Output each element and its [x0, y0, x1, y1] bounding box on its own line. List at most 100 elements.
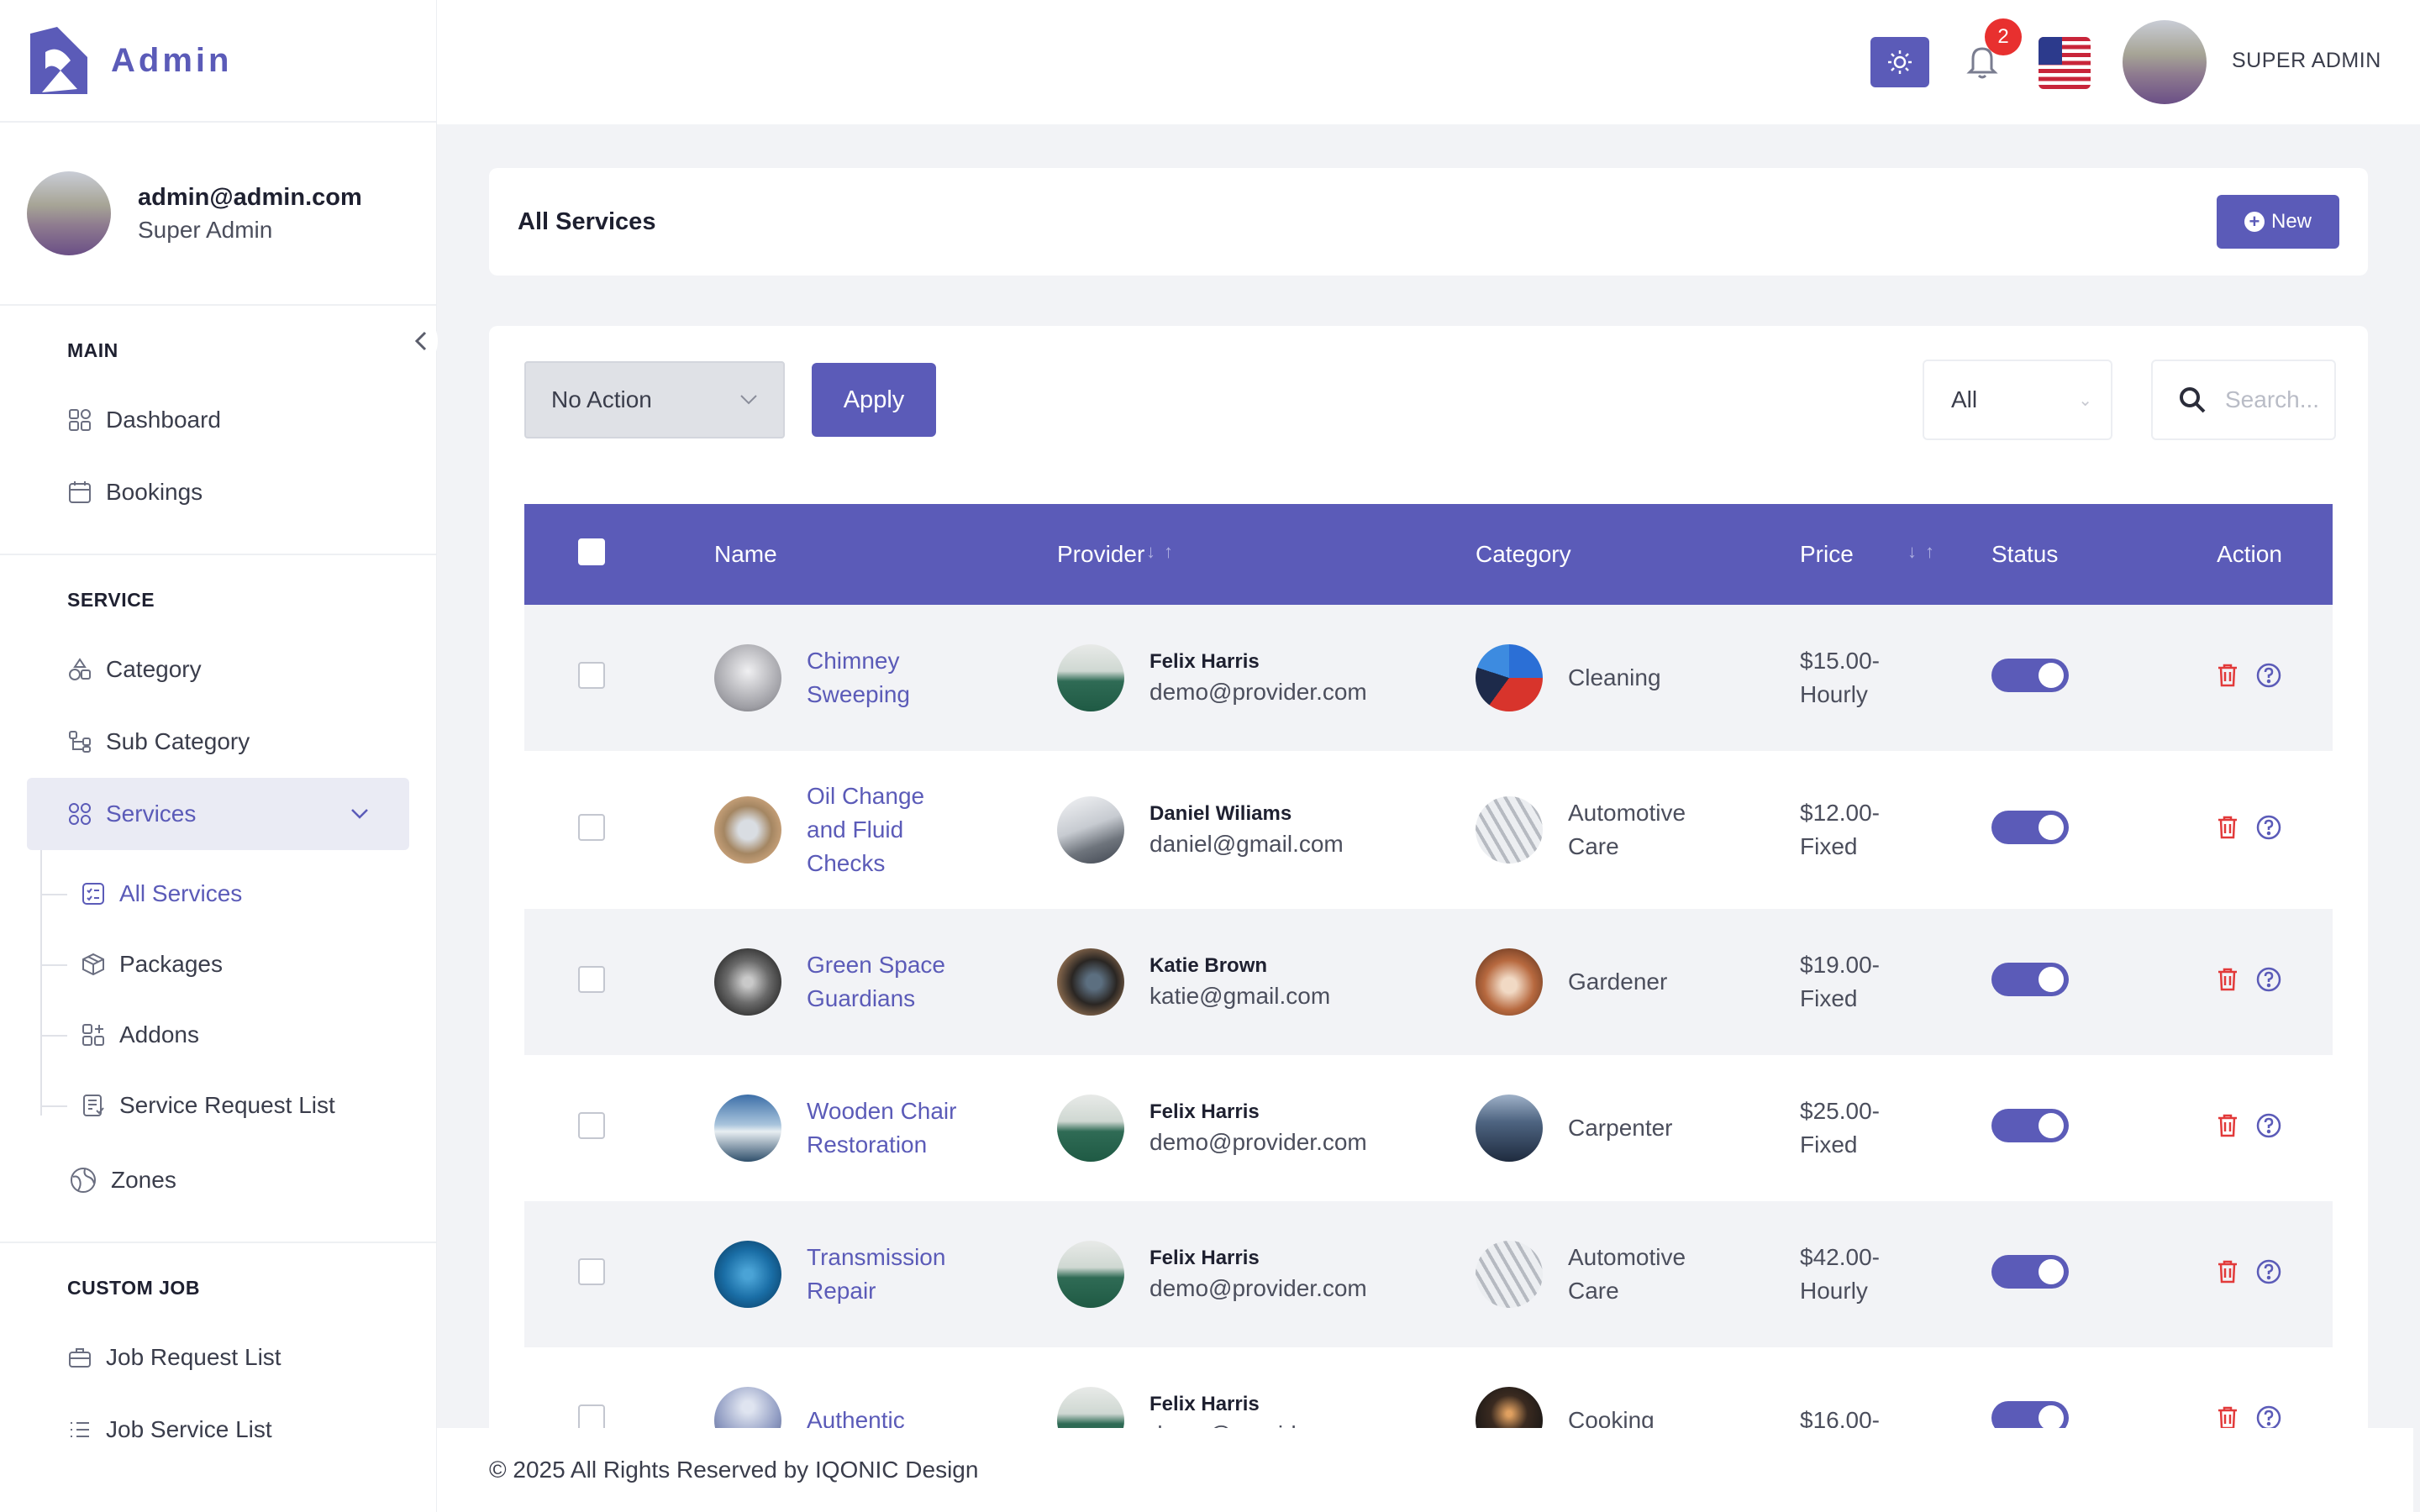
sidebar-item-label: Job Request List — [106, 1344, 281, 1370]
sidebar-item-job-service-list[interactable]: Job Service List — [0, 1394, 436, 1466]
category-thumbnail — [1476, 1241, 1543, 1308]
sidebar-item-services[interactable]: Services — [27, 778, 409, 850]
column-header-provider[interactable]: Provider ↓↑ — [1057, 504, 1934, 605]
nav-section-custom-job: CUSTOM JOB Job Request List Job Service … — [0, 1243, 436, 1491]
help-icon[interactable] — [2255, 966, 2282, 993]
profile-role: Super Admin — [138, 216, 273, 243]
apply-button[interactable]: Apply — [812, 363, 936, 437]
trash-icon[interactable] — [2217, 1405, 2238, 1431]
category-thumbnail — [1476, 796, 1543, 864]
category-name: Automotive Care — [1568, 800, 1686, 859]
user-avatar[interactable] — [2123, 20, 2207, 104]
column-header-action: Action — [2217, 541, 2282, 567]
status-toggle[interactable] — [1991, 658, 2069, 692]
bulk-action-select[interactable]: No Action — [524, 361, 785, 438]
service-name-link[interactable]: Green Space Guardians — [807, 948, 966, 1016]
addons-icon — [81, 1022, 106, 1047]
chevron-down-icon — [350, 802, 369, 826]
sidebar-item-label: Services — [106, 801, 197, 827]
select-all-checkbox[interactable] — [578, 538, 605, 565]
status-toggle[interactable] — [1991, 1254, 2069, 1289]
trash-icon[interactable] — [2217, 967, 2238, 992]
trash-icon[interactable] — [2217, 663, 2238, 688]
sidebar-item-label: Job Service List — [106, 1416, 272, 1442]
help-icon[interactable] — [2255, 814, 2282, 841]
row-checkbox[interactable] — [578, 1111, 605, 1139]
sidebar-item-all-services[interactable]: All Services — [0, 858, 436, 929]
search-field[interactable]: Search... — [2151, 360, 2336, 440]
category-thumbnail — [1476, 948, 1543, 1016]
column-header-name[interactable]: Name ↓↑ — [714, 504, 1173, 605]
service-thumbnail — [714, 1241, 781, 1308]
sidebar-item-label: Addons — [119, 1021, 199, 1047]
category-name: Gardener — [1568, 969, 1668, 995]
service-name-link[interactable]: Transmission Repair — [807, 1241, 966, 1308]
user-role-label[interactable]: SUPER ADMIN — [2232, 49, 2381, 73]
search-icon — [2180, 387, 2206, 413]
plus-circle-icon: + — [2244, 212, 2265, 232]
trash-icon[interactable] — [2217, 1113, 2238, 1138]
us-flag-icon — [2039, 37, 2091, 89]
status-toggle[interactable] — [1991, 1108, 2069, 1142]
help-icon[interactable] — [2255, 1112, 2282, 1139]
list-check-icon — [81, 881, 106, 906]
status-toggle[interactable] — [1991, 810, 2069, 844]
service-thumbnail — [714, 948, 781, 1016]
language-flag-us[interactable] — [2039, 37, 2091, 89]
sidebar-item-zones[interactable]: Zones — [0, 1144, 436, 1216]
row-checkbox[interactable] — [578, 965, 605, 993]
sidebar-item-packages[interactable]: Packages — [0, 929, 436, 1000]
document-icon — [81, 1093, 106, 1118]
column-header-price[interactable]: Price↓↑ — [1800, 504, 1991, 605]
brand-logo[interactable]: Admin — [0, 0, 436, 123]
status-toggle[interactable] — [1991, 962, 2069, 996]
provider-name: Felix Harris — [1150, 1100, 1260, 1123]
service-thumbnail — [714, 1095, 781, 1162]
service-price: $42.00-Hourly — [1800, 1244, 1880, 1304]
sidebar-item-sub-category[interactable]: Sub Category — [0, 706, 436, 778]
notification-badge: 2 — [1985, 18, 2022, 55]
sidebar-item-job-request-list[interactable]: Job Request List — [0, 1321, 436, 1394]
trash-icon[interactable] — [2217, 1259, 2238, 1284]
section-title: CUSTOM JOB — [67, 1277, 200, 1299]
trash-icon[interactable] — [2217, 815, 2238, 840]
table-row: Oil Change and Fluid Checks Daniel Wilia… — [524, 751, 2333, 909]
new-service-button[interactable]: + New — [2217, 195, 2339, 249]
sidebar-item-label: Bookings — [106, 479, 203, 505]
provider-email: daniel@gmail.com — [1150, 831, 1344, 857]
sidebar-item-bookings[interactable]: Bookings — [0, 456, 436, 528]
provider-name: Felix Harris — [1150, 1393, 1260, 1415]
provider-name: Felix Harris — [1150, 1247, 1260, 1269]
row-checkbox[interactable] — [578, 1257, 605, 1285]
sidebar-item-dashboard[interactable]: Dashboard — [0, 384, 436, 456]
row-checkbox[interactable] — [578, 1404, 605, 1431]
provider-email: demo@provider.com — [1150, 1129, 1367, 1155]
provider-email: katie@gmail.com — [1150, 983, 1331, 1009]
service-name-link[interactable]: Wooden Chair Restoration — [807, 1095, 966, 1162]
service-price: $25.00-Fixed — [1800, 1098, 1880, 1158]
category-name: Carpenter — [1568, 1115, 1673, 1141]
row-checkbox[interactable] — [578, 661, 605, 689]
chevron-left-icon — [414, 331, 427, 351]
grid-icon — [67, 801, 92, 827]
column-header-status[interactable]: Status↓↑ — [1991, 504, 2166, 605]
globe-icon — [69, 1166, 97, 1194]
column-header-category[interactable]: Category↓↑ — [1476, 504, 1800, 605]
help-icon[interactable] — [2255, 1258, 2282, 1285]
table-header-row: Name↓↑ Provider↓↑ Category↓↑ Price↓↑ Sta… — [524, 504, 2333, 605]
theme-toggle-button[interactable] — [1870, 37, 1929, 87]
sidebar-item-addons[interactable]: Addons — [0, 1000, 436, 1070]
service-name-link[interactable]: Chimney Sweeping — [807, 644, 966, 711]
help-icon[interactable] — [2255, 662, 2282, 689]
sidebar-item-label: All Services — [119, 880, 243, 906]
profile-email: admin@admin.com — [138, 183, 362, 211]
sidebar-item-service-request-list[interactable]: Service Request List — [0, 1070, 436, 1141]
status-filter-select[interactable]: All ⌄ — [1923, 360, 2112, 440]
section-title: SERVICE — [67, 589, 155, 611]
sidebar-item-label: Service Request List — [119, 1092, 335, 1118]
sidebar-item-category[interactable]: Category — [0, 633, 436, 706]
service-name-link[interactable]: Oil Change and Fluid Checks — [807, 780, 950, 880]
sidebar-item-label: Dashboard — [106, 407, 221, 433]
provider-avatar — [1057, 1095, 1124, 1162]
row-checkbox[interactable] — [578, 813, 605, 841]
